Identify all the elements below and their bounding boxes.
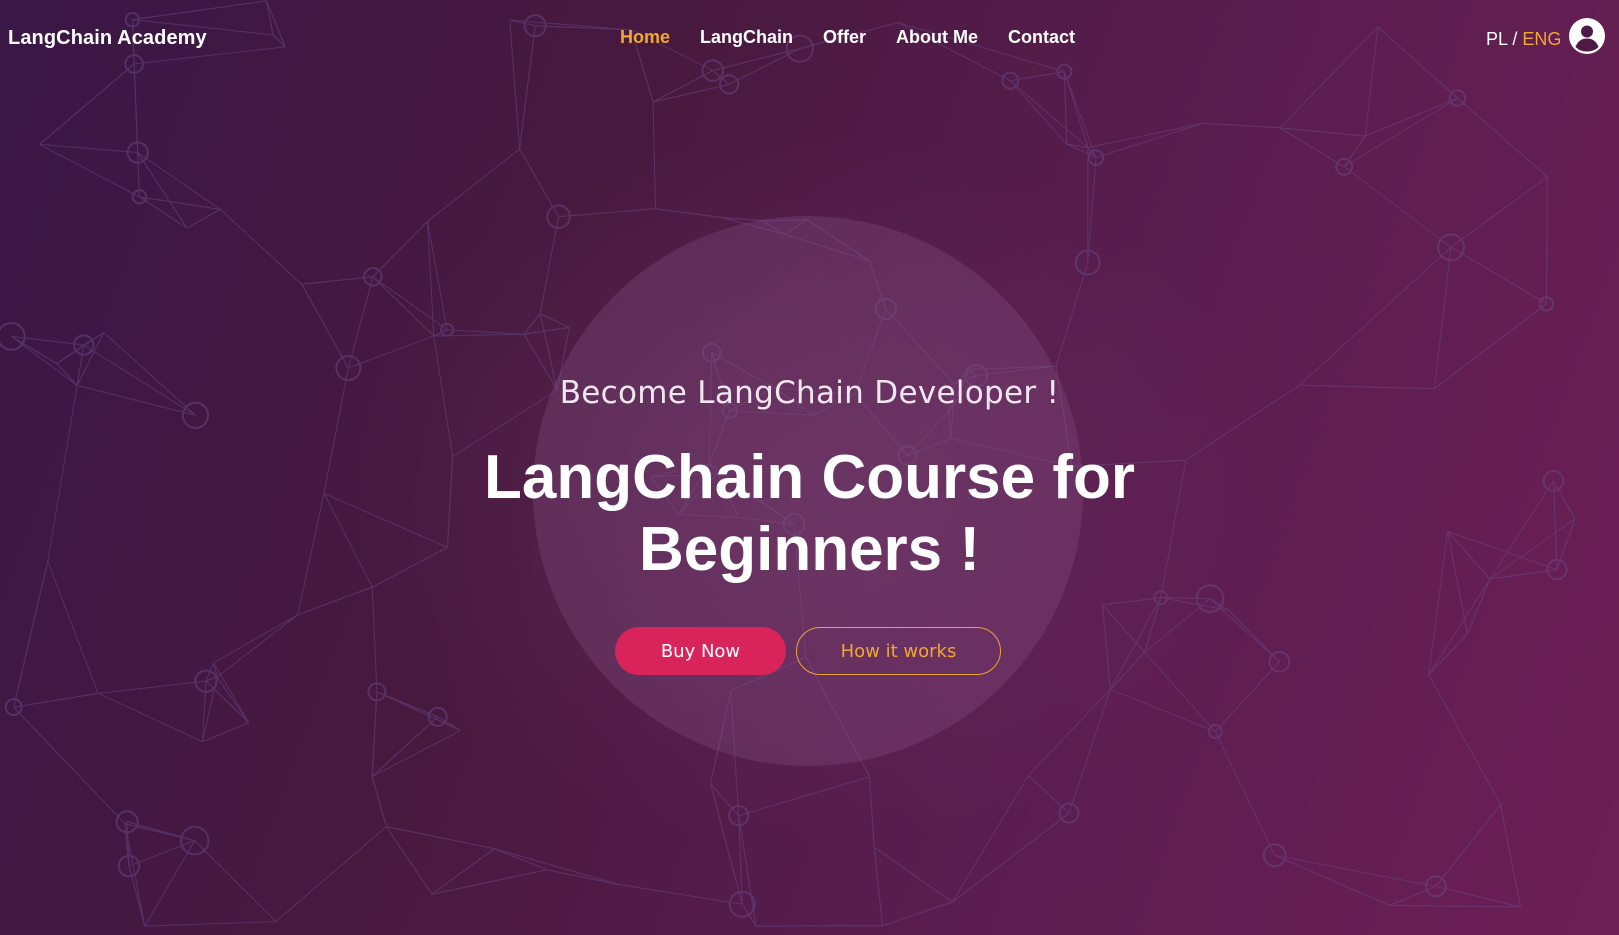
user-circle-icon[interactable] bbox=[1569, 18, 1605, 54]
how-it-works-button[interactable]: How it works bbox=[796, 627, 1001, 675]
nav-langchain[interactable]: LangChain bbox=[700, 27, 793, 48]
main-nav: Home LangChain Offer About Me Contact bbox=[620, 27, 1105, 48]
buy-now-button[interactable]: Buy Now bbox=[615, 627, 786, 675]
language-switcher: PL / ENG bbox=[1486, 29, 1561, 50]
nav-about-me[interactable]: About Me bbox=[896, 27, 978, 48]
hero-title: LangChain Course for Beginners ! bbox=[0, 442, 1619, 586]
landing-page: LangChain Academy Home LangChain Offer A… bbox=[0, 0, 1619, 935]
hero-title-line1: LangChain Course for bbox=[483, 443, 1136, 512]
lang-pl[interactable]: PL bbox=[1486, 29, 1507, 49]
lang-eng[interactable]: ENG bbox=[1522, 29, 1561, 49]
hero-title-line2: Beginners ! bbox=[638, 515, 981, 584]
nav-home[interactable]: Home bbox=[620, 27, 670, 48]
hero-subtitle: Become LangChain Developer ! bbox=[559, 375, 1060, 411]
nav-contact[interactable]: Contact bbox=[1008, 27, 1075, 48]
lang-separator: / bbox=[1507, 29, 1523, 49]
nav-offer[interactable]: Offer bbox=[823, 27, 866, 48]
top-header: LangChain Academy Home LangChain Offer A… bbox=[0, 0, 1619, 80]
brand-logo[interactable]: LangChain Academy bbox=[8, 27, 207, 50]
